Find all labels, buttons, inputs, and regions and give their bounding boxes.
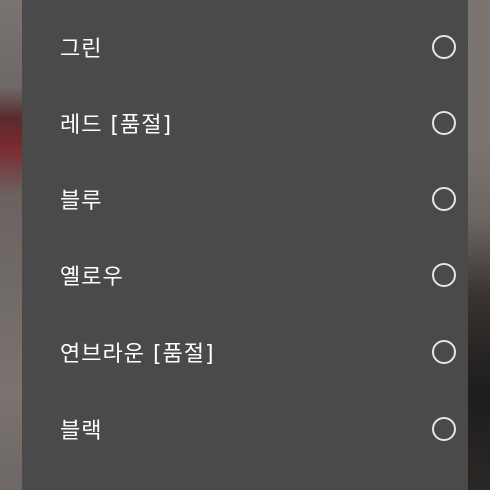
radio-unchecked-icon[interactable] — [432, 111, 456, 135]
radio-unchecked-icon[interactable] — [432, 340, 456, 364]
option-green[interactable]: 그린 — [22, 9, 468, 85]
background-photo-left — [0, 0, 22, 490]
background-photo-right — [468, 0, 490, 490]
option-light-brown-soldout[interactable]: 연브라운 [품절] — [22, 314, 468, 390]
option-label: 블루 — [60, 189, 103, 214]
radio-unchecked-icon[interactable] — [432, 187, 456, 211]
option-blue[interactable]: 블루 — [22, 161, 468, 237]
option-black[interactable]: 블랙 — [22, 391, 468, 467]
option-red-soldout[interactable]: 레드 [품절] — [22, 85, 468, 161]
radio-unchecked-icon[interactable] — [432, 417, 456, 441]
option-label: 레드 [품절] — [60, 113, 173, 138]
option-label: 옐로우 — [60, 265, 124, 290]
option-label: 연브라운 [품절] — [60, 342, 215, 367]
option-label: 그린 — [60, 37, 103, 62]
radio-unchecked-icon[interactable] — [432, 263, 456, 287]
option-label: 블랙 — [60, 419, 103, 444]
option-yellow[interactable]: 옐로우 — [22, 237, 468, 313]
color-option-dialog: 그린 레드 [품절] 블루 옐로우 연브라운 [품절] 블랙 — [22, 0, 468, 490]
radio-unchecked-icon[interactable] — [432, 35, 456, 59]
